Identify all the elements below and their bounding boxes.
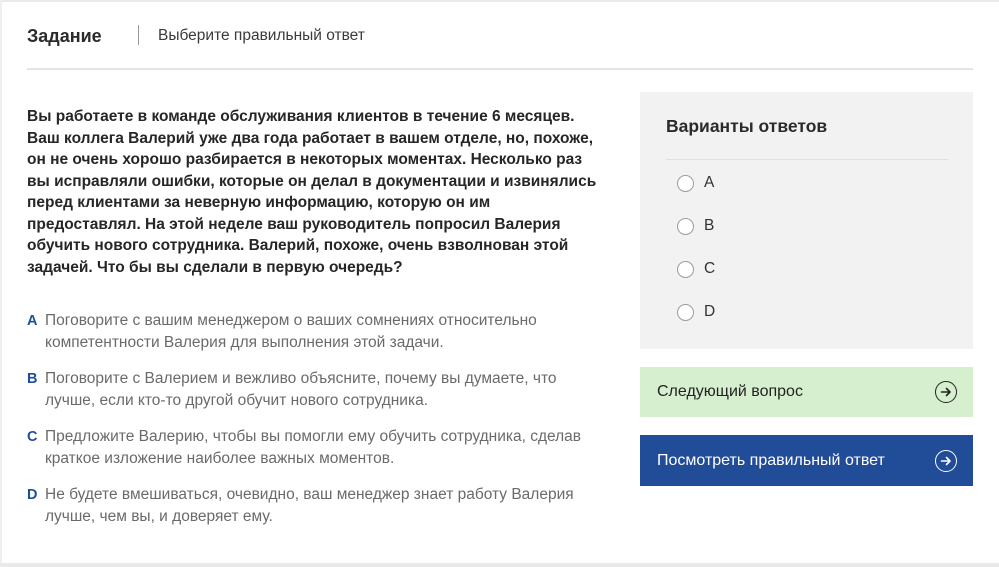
answer-choice-b[interactable]: B <box>677 217 714 235</box>
option-line: лучше, чем вы, и доверяет ему. <box>45 508 273 525</box>
header-subtitle: Выберите правильный ответ <box>158 27 365 44</box>
option-letter: A <box>27 313 38 329</box>
left-border <box>0 0 2 567</box>
answers-panel: Варианты ответов A B C D <box>640 92 973 349</box>
radio-button[interactable] <box>677 174 694 192</box>
answer-choice-d[interactable]: D <box>677 303 715 321</box>
question-line: Ваш коллега Валерий уже два года работае… <box>27 129 594 147</box>
option-line: Не будете вмешиваться, очевидно, ваш мен… <box>45 486 574 503</box>
option-line: лучше, если кто-то другой обучит нового … <box>45 392 429 409</box>
answer-choice-c[interactable]: C <box>677 260 715 278</box>
radio-button[interactable] <box>677 303 694 321</box>
option-line: компетентности Валерия для выполнения эт… <box>45 334 444 351</box>
option-letter: B <box>27 371 38 387</box>
option-c: C Предложите Валерию, чтобы вы помогли е… <box>27 426 617 470</box>
top-border <box>0 0 999 2</box>
question-line: вы исправляли ошибки, которые он делал в… <box>27 172 597 190</box>
bottom-border <box>0 563 999 567</box>
option-line: Предложите Валерию, чтобы вы помогли ему… <box>45 428 582 445</box>
option-line: краткое изложение наиболее важных момент… <box>45 450 395 467</box>
radio-button[interactable] <box>677 260 694 278</box>
option-line: Поговорите с вашим менеджером о ваших со… <box>45 312 537 329</box>
question-text: Вы работаете в команде обслуживания клие… <box>27 106 617 278</box>
option-letter: C <box>27 429 38 445</box>
option-text: Не будете вмешиваться, очевидно, ваш мен… <box>44 484 617 528</box>
radio-label[interactable]: B <box>704 217 714 235</box>
question-line: он не очень хорошо разбирается в некотор… <box>27 151 583 168</box>
radio-label[interactable]: A <box>704 174 714 192</box>
arrow-right-circle-icon <box>935 449 957 472</box>
arrow-right-circle-icon <box>935 381 957 403</box>
radio-label[interactable]: C <box>704 260 715 278</box>
show-correct-answer-label: Посмотреть правильный ответ <box>657 451 885 469</box>
radio-label[interactable]: D <box>704 303 715 321</box>
header-separator <box>138 25 139 45</box>
option-line: Поговорите с Валерием и вежливо объяснит… <box>45 370 557 387</box>
question-line: перед клиентами за неверную информацию, … <box>27 194 491 211</box>
answer-choice-a[interactable]: A <box>677 174 714 192</box>
radio-button[interactable] <box>677 217 694 235</box>
answers-divider <box>666 159 948 160</box>
option-text: Поговорите с Валерием и вежливо объяснит… <box>44 368 617 412</box>
question-line: предоставлял. На этой неделе ваш руковод… <box>27 215 561 233</box>
next-question-button[interactable]: Следующий вопрос <box>640 367 973 417</box>
show-correct-answer-button[interactable]: Посмотреть правильный ответ <box>640 435 973 486</box>
answers-panel-title: Варианты ответов <box>666 116 828 136</box>
answer-options-list: A Поговорите с вашим менеджером о ваших … <box>27 310 617 542</box>
next-question-label: Следующий вопрос <box>657 383 803 400</box>
question-line: Вы работаете в команде обслуживания клие… <box>27 108 575 125</box>
option-text: Предложите Валерию, чтобы вы помогли ему… <box>44 426 617 470</box>
option-d: D Не будете вмешиваться, очевидно, ваш м… <box>27 484 617 528</box>
header-title: Задание <box>27 26 102 46</box>
option-letter: D <box>27 487 38 503</box>
option-a: A Поговорите с вашим менеджером о ваших … <box>27 310 617 354</box>
question-line: задачей. Что бы вы сделали в первую очер… <box>27 258 403 276</box>
question-line: обучить нового сотрудника. Валерий, похо… <box>27 237 569 254</box>
option-text: Поговорите с вашим менеджером о ваших со… <box>44 310 617 354</box>
task-header: Задание Выберите правильный ответ <box>27 22 973 70</box>
option-b: B Поговорите с Валерием и вежливо объясн… <box>27 368 617 412</box>
